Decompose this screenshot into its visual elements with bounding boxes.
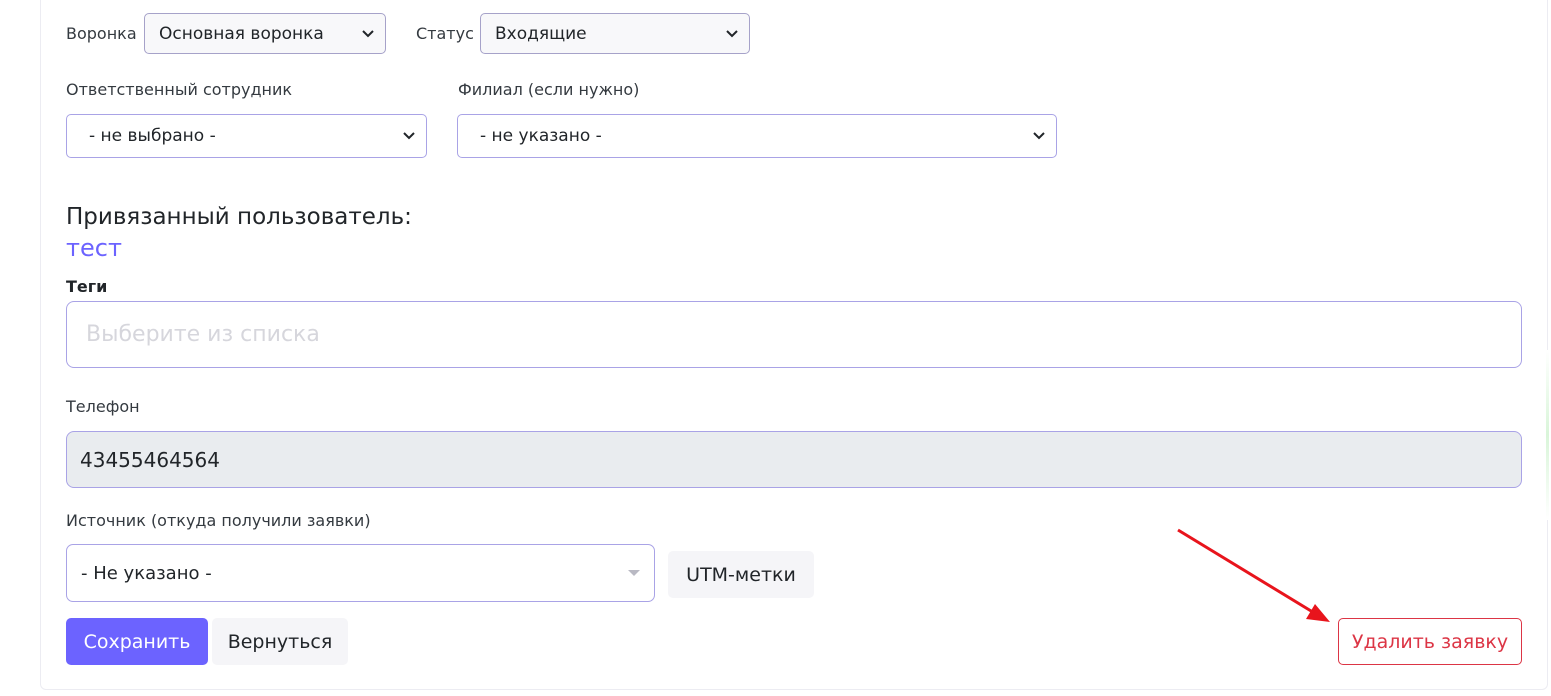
responsible-select[interactable]: - не выбрано - — [66, 114, 427, 158]
chevron-down-icon — [726, 29, 738, 37]
chevron-down-icon — [362, 29, 374, 37]
funnel-label: Воронка — [66, 24, 137, 43]
utm-button[interactable]: UTM-метки — [668, 551, 814, 598]
tags-input[interactable]: Выберите из списка — [66, 301, 1522, 368]
back-button[interactable]: Вернуться — [212, 618, 348, 665]
phone-value: 43455464564 — [80, 447, 220, 472]
chevron-down-icon — [1033, 132, 1045, 140]
save-button[interactable]: Сохранить — [66, 618, 208, 665]
tags-placeholder: Выберите из списка — [86, 322, 320, 347]
chevron-down-icon — [403, 132, 415, 140]
funnel-select-value: Основная воронка — [159, 23, 324, 44]
source-select-value: - Не указано - — [81, 562, 212, 584]
phone-field: 43455464564 — [66, 431, 1522, 488]
funnel-select[interactable]: Основная воронка — [144, 13, 386, 54]
branch-select[interactable]: - не указано - — [457, 114, 1057, 158]
tags-label: Теги — [66, 277, 108, 296]
source-label: Источник (откуда получили заявки) — [66, 511, 371, 530]
linked-user-heading: Привязанный пользователь: — [66, 204, 412, 230]
responsible-select-value: - не выбрано - — [89, 126, 216, 146]
caret-down-icon — [628, 570, 640, 576]
source-select[interactable]: - Не указано - — [66, 544, 655, 602]
scroll-accent — [1546, 350, 1549, 520]
phone-label: Телефон — [66, 397, 140, 416]
status-select-value: Входящие — [495, 23, 587, 44]
branch-select-value: - не указано - — [480, 126, 602, 146]
responsible-label: Ответственный сотрудник — [66, 80, 293, 99]
branch-label: Филиал (если нужно) — [458, 80, 640, 99]
status-select[interactable]: Входящие — [480, 13, 750, 54]
linked-user-link[interactable]: тест — [66, 234, 122, 262]
delete-request-button[interactable]: Удалить заявку — [1338, 618, 1522, 665]
status-label: Статус — [416, 24, 474, 43]
